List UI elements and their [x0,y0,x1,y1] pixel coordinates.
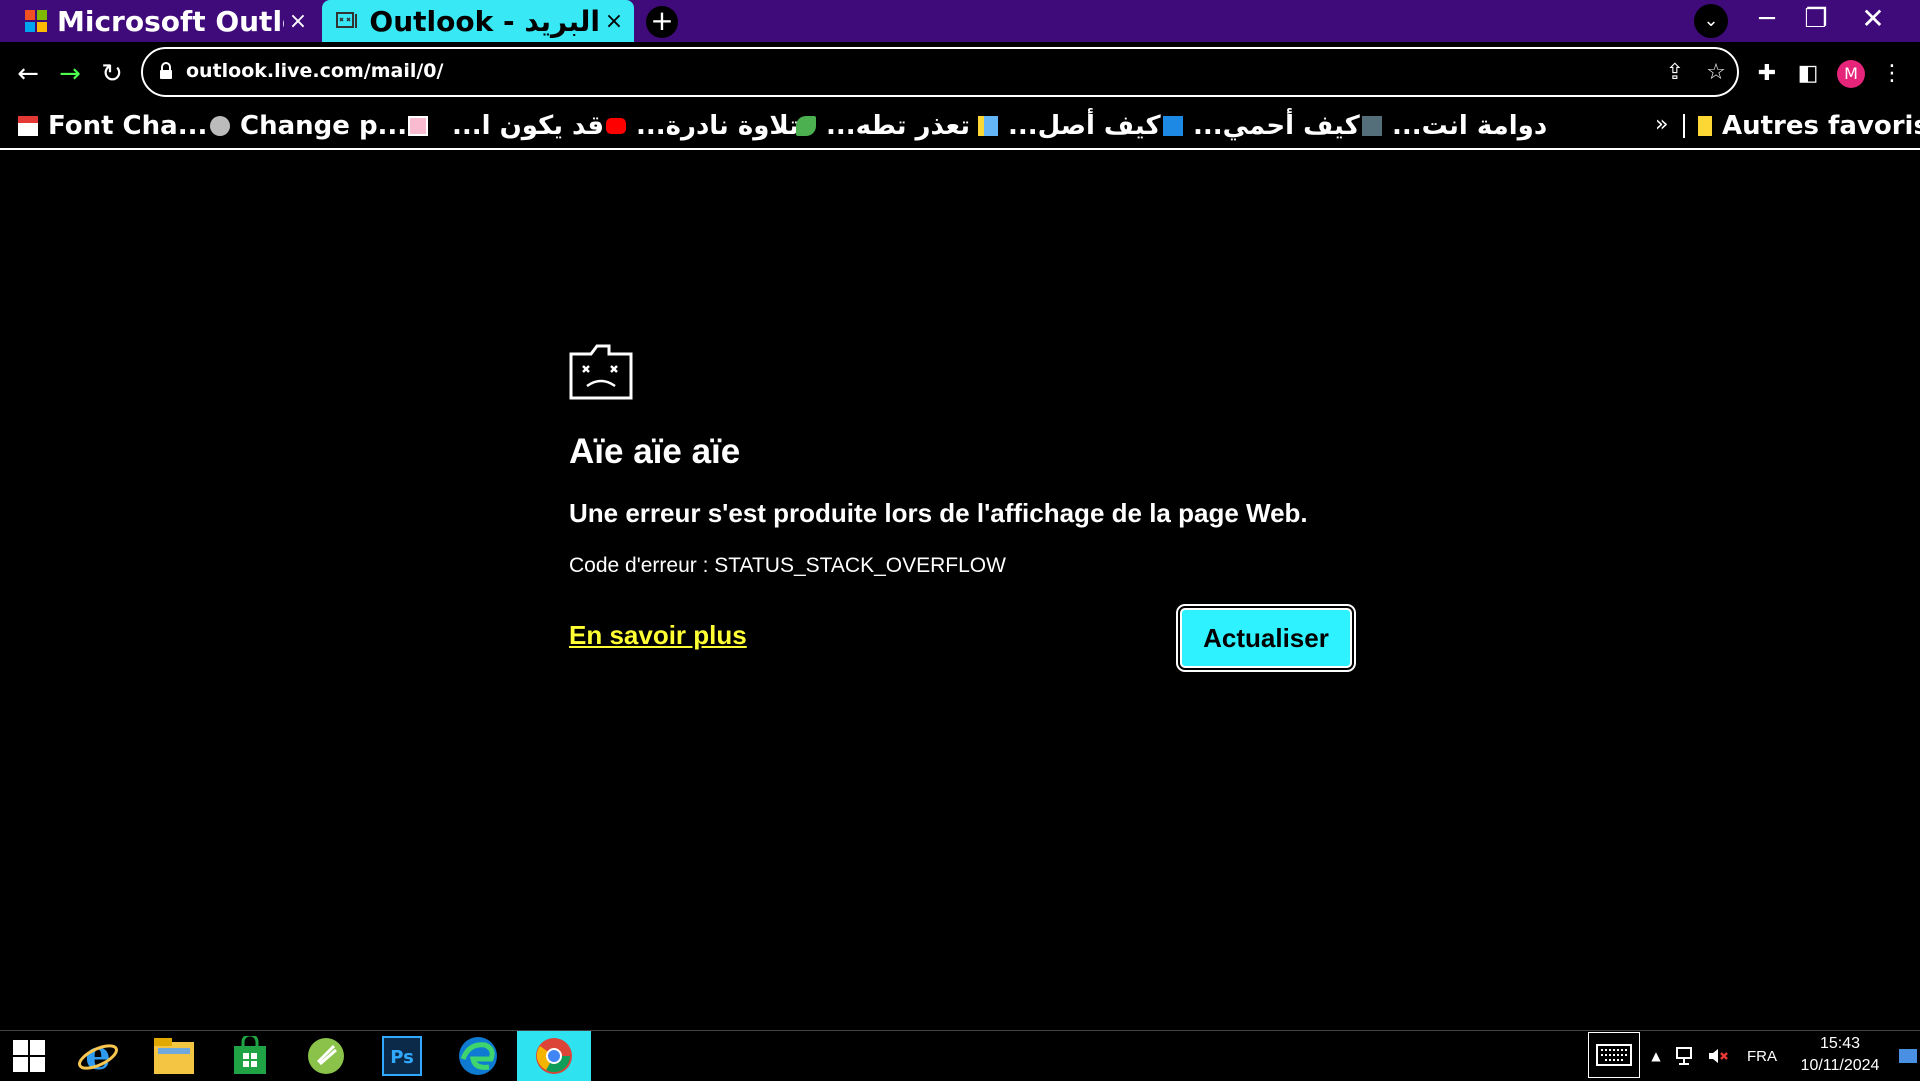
clock-time: 15:43 [1819,1035,1861,1052]
error-code: Code d'erreur : STATUS_STACK_OVERFLOW [569,554,1006,577]
tab-search-button[interactable]: ⌄ [1694,4,1728,38]
internet-explorer-icon: e [78,1035,118,1077]
globe-icon [210,116,230,136]
chrome-icon [536,1038,572,1074]
tab-title: Microsoft Outlook [57,4,284,38]
green-leaf-icon [796,116,816,136]
forward-button[interactable]: → [50,54,90,94]
file-explorer-icon [154,1038,194,1074]
sad-tab-icon [569,344,633,400]
store-icon [234,1036,266,1074]
bookmark-item[interactable]: قد يكون ا... [408,110,604,142]
start-button[interactable] [0,1031,58,1081]
taskbar-green-app[interactable] [289,1031,363,1081]
reload-page-button[interactable]: Actualiser [1178,606,1354,670]
bookmark-item[interactable]: تعذر تطه... [796,110,970,142]
speaker-glyph [1709,1049,1728,1063]
address-bar[interactable]: outlook.live.com/mail/0/ ⇪ ☆ [141,47,1739,97]
browser-toolbar: ← → ↻ outlook.live.com/mail/0/ ⇪ ☆ ✚ ◧ M… [0,42,1920,104]
tab-outlook-mail[interactable]: البريد - Outlook × [322,0,634,42]
language-indicator[interactable]: FRA [1740,1031,1784,1081]
error-subtitle: Une erreur s'est produite lors de l'affi… [569,498,1308,528]
touch-keyboard-button[interactable] [1588,1032,1640,1078]
edge-icon [459,1037,497,1075]
taskbar-file-explorer[interactable] [137,1031,211,1081]
clock-date: 10/11/2024 [1800,1057,1880,1074]
taskbar-edge[interactable] [441,1031,515,1081]
bookmarks-bar: Font Cha... Change p... قد يكون ا... تلا… [0,104,1920,150]
tab-strip: Microsoft Outlook × البريد - Outlook × +… [0,0,1920,42]
network-icon[interactable] [1672,1031,1700,1081]
tab-close-icon[interactable]: × [600,9,628,34]
new-tab-button[interactable]: + [646,6,678,38]
bookmark-item[interactable]: Change p... [210,110,407,142]
learn-more-link[interactable]: En savoir plus [569,620,747,651]
clock[interactable]: 15:43 10/11/2024 [1790,1033,1890,1077]
tab-favicon-icon [336,12,357,28]
microsoft-logo-icon [25,10,47,32]
minimize-button[interactable]: ─ [1744,0,1790,38]
other-bookmarks-folder[interactable]: Autres favoris [1698,110,1920,142]
folder-icon [1698,116,1712,136]
reload-button[interactable]: ↻ [92,54,132,94]
url-text[interactable]: outlook.live.com/mail/0/ [186,60,443,82]
image-icon [1362,116,1382,136]
bookmark-item[interactable]: كيف أصل... [978,110,1161,142]
maximize-button[interactable]: ❐ [1793,0,1839,38]
youtube-icon [606,118,626,134]
windows-start-icon [13,1040,45,1072]
show-desktop-button[interactable] [1896,1031,1920,1081]
back-button[interactable]: ← [8,54,48,94]
profile-avatar[interactable]: M [1837,60,1865,88]
bookmark-item[interactable]: دوامة انت... [1362,110,1547,142]
lock-icon [160,62,172,79]
photoshop-icon: Ps [382,1036,422,1076]
error-title: Aïe aïe aïe [569,432,741,471]
volume-muted-icon[interactable] [1704,1031,1732,1081]
share-icon[interactable]: ⇪ [1661,59,1689,87]
menu-icon[interactable]: ⋮ [1875,57,1909,91]
bookmark-item[interactable]: كيف أحمي... [1163,110,1360,142]
extensions-icon[interactable]: ✚ [1750,57,1784,91]
taskbar-photoshop[interactable]: Ps [365,1031,439,1081]
bookmark-item[interactable]: تلاوة نادرة... [606,110,799,142]
taskbar-internet-explorer[interactable]: e [61,1031,135,1081]
notification-icon [1899,1049,1917,1063]
pink-page-icon [408,116,428,136]
side-panel-icon[interactable]: ◧ [1791,57,1825,91]
red-page-icon [18,116,38,136]
taskbar-chrome[interactable] [517,1031,591,1081]
keyboard-icon [1596,1044,1632,1066]
close-window-button[interactable]: ✕ [1850,0,1896,38]
svg-text:e: e [85,1035,110,1077]
svg-text:Ps: Ps [390,1047,414,1068]
bookmarks-divider [1683,114,1685,138]
tray-show-hidden-icon[interactable]: ▲ [1646,1031,1666,1081]
green-app-icon [308,1038,344,1074]
bookmark-item[interactable]: Font Cha... [18,110,207,142]
blue-book-icon [978,116,998,136]
network-glyph [1676,1047,1692,1065]
bookmarks-overflow-button[interactable]: » [1655,112,1668,137]
blue-square-icon [1163,116,1183,136]
windows-taskbar: e Ps ▲ FRA 15:43 10/11/2024 [0,1030,1920,1081]
bookmark-star-icon[interactable]: ☆ [1702,59,1730,87]
tab-title: البريد - Outlook [369,4,600,38]
tab-close-icon[interactable]: × [284,9,312,34]
taskbar-store[interactable] [213,1031,287,1081]
tab-microsoft-outlook[interactable]: Microsoft Outlook × [13,0,318,42]
